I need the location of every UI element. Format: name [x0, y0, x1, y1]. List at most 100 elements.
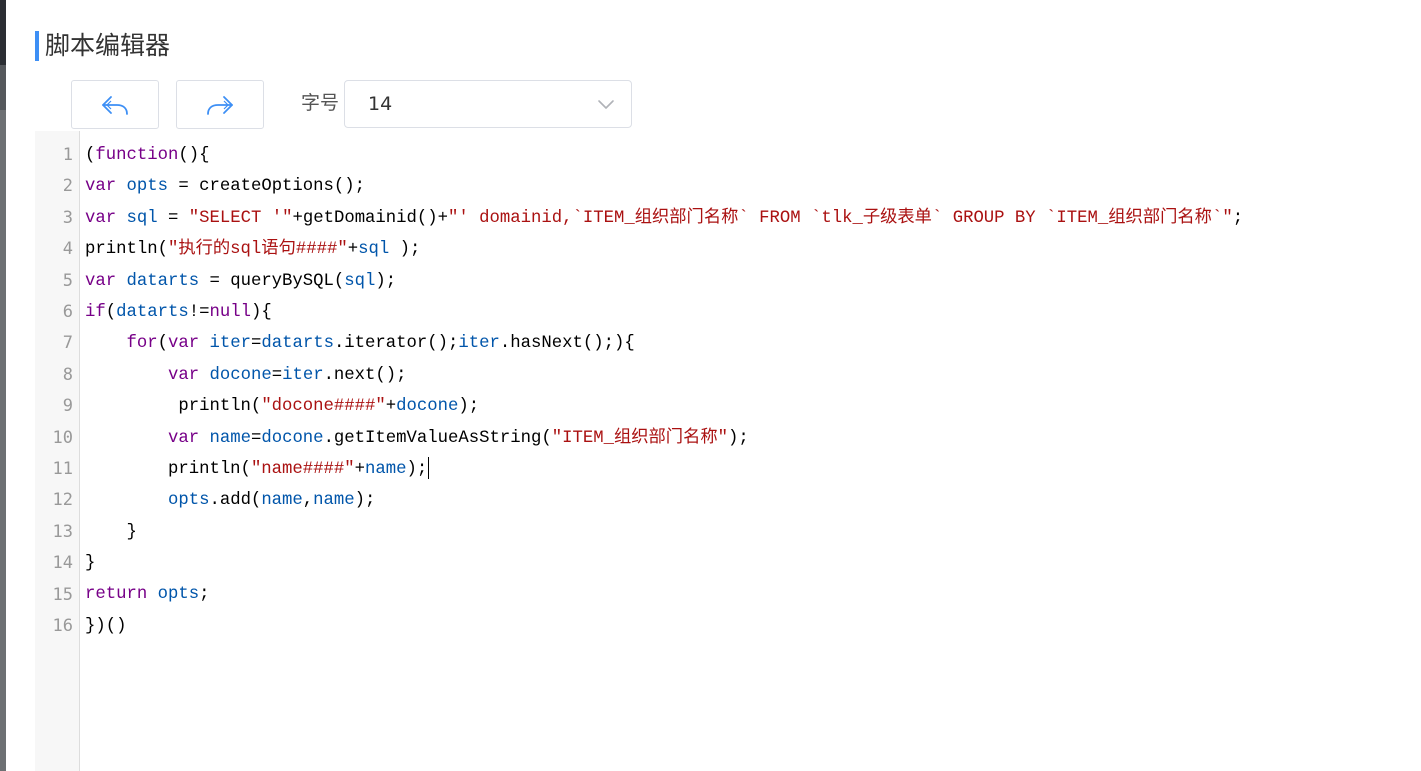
- code-token: var: [85, 208, 117, 228]
- code-token: !=: [188, 302, 210, 322]
- code-token: name: [313, 491, 355, 511]
- code-token: +: [347, 240, 359, 260]
- code-token: +getDomainid()+: [292, 208, 449, 228]
- code-token: +: [385, 397, 397, 417]
- code-token: sql: [344, 271, 376, 291]
- code-token: "执行的sql语句####": [167, 240, 348, 260]
- line-number: 13: [52, 521, 73, 542]
- code-editor[interactable]: 1 2 3 4 5 6 7 8 9 10 11 12 13 14 15 16 (function(){var …: [35, 131, 1421, 771]
- code-area[interactable]: (function(){ var opts = createOptions(); v…: [85, 140, 1421, 642]
- code-line: }: [85, 548, 1421, 579]
- code-line: }: [85, 517, 1421, 548]
- code-token: var: [167, 428, 200, 448]
- code-token: "SELECT '": [188, 208, 293, 228]
- code-token: =: [271, 365, 283, 385]
- code-token: for: [126, 334, 158, 354]
- line-number: 12: [52, 490, 73, 511]
- code-token: docone: [396, 397, 459, 417]
- font-size-label: 字号: [301, 92, 340, 114]
- redo-arrow-icon: [207, 95, 233, 115]
- code-token: .getItemValueAsString(: [323, 428, 552, 448]
- code-line: if(datarts!=null){: [85, 297, 1421, 328]
- code-token: datarts: [116, 302, 189, 322]
- line-number: 2: [62, 176, 73, 197]
- code-token: name: [261, 491, 303, 511]
- code-token: iter: [458, 334, 500, 354]
- code-token: = createOptions();: [167, 177, 366, 197]
- code-token: );: [354, 491, 376, 511]
- line-number: 11: [52, 459, 73, 479]
- window-edge: [0, 0, 6, 771]
- code-token: );: [406, 459, 428, 479]
- line-number: 8: [62, 364, 73, 385]
- code-token: ,: [302, 491, 314, 511]
- code-token: +: [354, 459, 366, 479]
- code-line: opts.add(name,name);: [85, 485, 1421, 516]
- code-token: opts: [167, 491, 210, 511]
- code-token: println(: [85, 397, 262, 417]
- code-token: );: [389, 240, 421, 260]
- line-number: 7: [62, 333, 73, 354]
- code-token: name: [365, 459, 407, 479]
- line-number: 10: [52, 427, 73, 448]
- code-token: );: [375, 271, 397, 291]
- code-token: datarts: [261, 334, 334, 354]
- line-number: 9: [62, 396, 73, 417]
- code-line: })(): [85, 611, 1421, 642]
- code-token: opts: [157, 585, 200, 605]
- code-line: println("name####"+name);: [85, 454, 1421, 485]
- code-token: return: [85, 585, 148, 605]
- code-token: .add(: [209, 491, 262, 511]
- code-token: =: [250, 334, 262, 354]
- code-token: var: [85, 271, 117, 291]
- code-token: );: [728, 428, 749, 448]
- code-token: ;: [199, 585, 210, 605]
- line-number: 1: [62, 145, 73, 165]
- redo-button[interactable]: [176, 80, 264, 129]
- undo-arrow-icon: [102, 95, 128, 115]
- code-line: println("执行的sql语句####"+sql );: [85, 234, 1421, 265]
- code-line: (function(){: [85, 140, 1421, 171]
- code-token: = queryBySQL(: [199, 271, 345, 291]
- code-token: "' domainid,`ITEM_组织部门名称` FROM `tlk_子级表单…: [448, 208, 1233, 228]
- code-line: var docone=iter.next();: [85, 360, 1421, 391]
- code-token: );: [458, 397, 480, 417]
- code-token: })(): [85, 616, 127, 636]
- line-number: 3: [62, 207, 73, 228]
- undo-button[interactable]: [71, 80, 159, 129]
- code-token: docone: [261, 428, 324, 448]
- code-token: ;: [1232, 208, 1244, 228]
- code-token: =: [157, 208, 189, 228]
- code-token: .next();: [323, 365, 407, 385]
- code-line: println("docone####"+docone);: [85, 391, 1421, 422]
- code-line: var sql = "SELECT '"+getDomainid()+"' do…: [85, 203, 1421, 234]
- code-token: var: [85, 177, 117, 197]
- code-token: null: [209, 302, 251, 322]
- line-number: 5: [62, 270, 73, 291]
- text-cursor: [428, 457, 430, 480]
- code-token: function: [95, 146, 179, 165]
- line-number-gutter: 1 2 3 4 5 6 7 8 9 10 11 12 13 14 15 16: [35, 131, 80, 771]
- line-number: 6: [62, 302, 73, 322]
- line-number: 16: [52, 616, 73, 636]
- font-size-value: 14: [368, 93, 393, 115]
- font-size-select[interactable]: 14: [344, 80, 632, 128]
- code-token: (: [85, 146, 96, 165]
- code-token: .iterator();: [333, 334, 459, 354]
- code-token: iter: [282, 365, 324, 385]
- code-token: name: [209, 428, 251, 448]
- code-line: var name=docone.getItemValueAsString("IT…: [85, 423, 1421, 454]
- code-token: .hasNext();){: [499, 334, 635, 354]
- code-token: "name####": [250, 459, 355, 479]
- code-token: sql: [358, 240, 390, 260]
- code-line: for(var iter=datarts.iterator();iter.has…: [85, 328, 1421, 359]
- code-token: iter: [209, 334, 251, 354]
- line-number: 4: [62, 239, 73, 260]
- code-token: ){: [250, 302, 272, 322]
